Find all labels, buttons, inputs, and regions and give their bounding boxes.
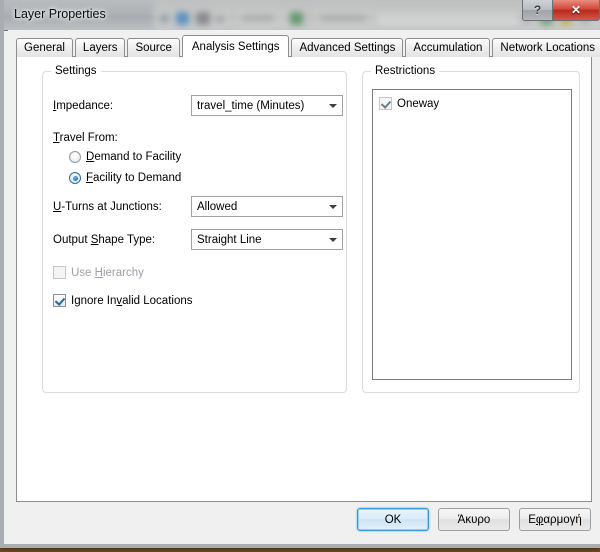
impedance-value: travel_time (Minutes) xyxy=(197,99,305,112)
checkbox-indicator xyxy=(53,294,66,307)
uturns-label: U-Turns at Junctions: xyxy=(53,201,162,213)
uturns-value: Allowed xyxy=(197,200,238,213)
ok-button[interactable]: OK xyxy=(357,508,429,531)
tab-accumulation[interactable]: Accumulation xyxy=(405,38,491,57)
window-title: Layer Properties xyxy=(14,7,106,21)
window-controls: ? ✕ xyxy=(522,0,600,21)
checkbox-label: Use Hierarchy xyxy=(71,266,144,279)
chevron-down-icon xyxy=(324,103,342,108)
radio-indicator xyxy=(69,151,81,163)
tab-page-analysis-settings: Settings Impedance: travel_time (Minutes… xyxy=(16,56,592,502)
tab-general[interactable]: General xyxy=(16,38,73,57)
tab-control: General Layers Source Analysis Settings … xyxy=(16,35,600,502)
impedance-combobox[interactable]: travel_time (Minutes) xyxy=(191,95,343,116)
checkbox-ignore-invalid-locations[interactable]: Ignore Invalid Locations xyxy=(53,294,192,307)
checkbox-label: Ignore Invalid Locations xyxy=(71,294,193,307)
title-bar[interactable]: Layer Properties ? ✕ xyxy=(4,0,600,31)
restrictions-group: Restrictions Oneway xyxy=(362,65,580,393)
radio-label: Demand to Facility xyxy=(86,151,182,163)
radio-demand-to-facility[interactable]: Demand to Facility xyxy=(69,151,181,163)
uturns-combobox[interactable]: Allowed xyxy=(191,196,343,217)
impedance-label: Impedance: xyxy=(53,100,114,112)
tab-layers[interactable]: Layers xyxy=(74,38,126,57)
tab-strip: General Layers Source Analysis Settings … xyxy=(16,35,600,58)
dialog-client-area: General Layers Source Analysis Settings … xyxy=(8,30,600,544)
list-item[interactable]: Oneway xyxy=(373,95,571,112)
restriction-label: Oneway xyxy=(397,97,440,110)
tab-analysis-settings[interactable]: Analysis Settings xyxy=(181,35,290,58)
restrictions-listbox[interactable]: Oneway xyxy=(372,89,572,380)
radio-facility-to-demand[interactable]: Facility to Demand xyxy=(69,172,181,184)
travel-from-label: Travel From: xyxy=(53,132,118,144)
tab-source[interactable]: Source xyxy=(127,38,180,57)
restrictions-group-label: Restrictions xyxy=(371,65,440,77)
checkbox-use-hierarchy: Use Hierarchy xyxy=(53,266,144,279)
output-shape-value: Straight Line xyxy=(197,233,262,246)
checkbox-indicator xyxy=(53,266,66,279)
checkbox-indicator xyxy=(379,97,392,110)
tab-advanced-settings[interactable]: Advanced Settings xyxy=(291,38,404,57)
chevron-down-icon xyxy=(324,204,342,209)
output-shape-label: Output Shape Type: xyxy=(53,234,156,246)
radio-label: Facility to Demand xyxy=(86,172,182,184)
chevron-down-icon xyxy=(324,237,342,242)
settings-group-label: Settings xyxy=(51,65,101,77)
apply-label: Εφαρμογή xyxy=(528,513,582,526)
settings-group: Settings Impedance: travel_time (Minutes… xyxy=(42,65,347,393)
layer-properties-dialog: Layer Properties ? ✕ General Layers Sour… xyxy=(0,0,600,548)
output-shape-combobox[interactable]: Straight Line xyxy=(191,229,343,250)
apply-button[interactable]: Εφαρμογή xyxy=(519,508,591,531)
dialog-button-row: OK Άκυρο Εφαρμογή xyxy=(8,508,600,538)
cancel-button[interactable]: Άκυρο xyxy=(438,508,510,531)
tab-network-locations[interactable]: Network Locations xyxy=(492,38,600,57)
radio-indicator xyxy=(69,172,81,184)
help-button[interactable]: ? xyxy=(522,0,552,21)
close-button[interactable]: ✕ xyxy=(552,0,600,21)
